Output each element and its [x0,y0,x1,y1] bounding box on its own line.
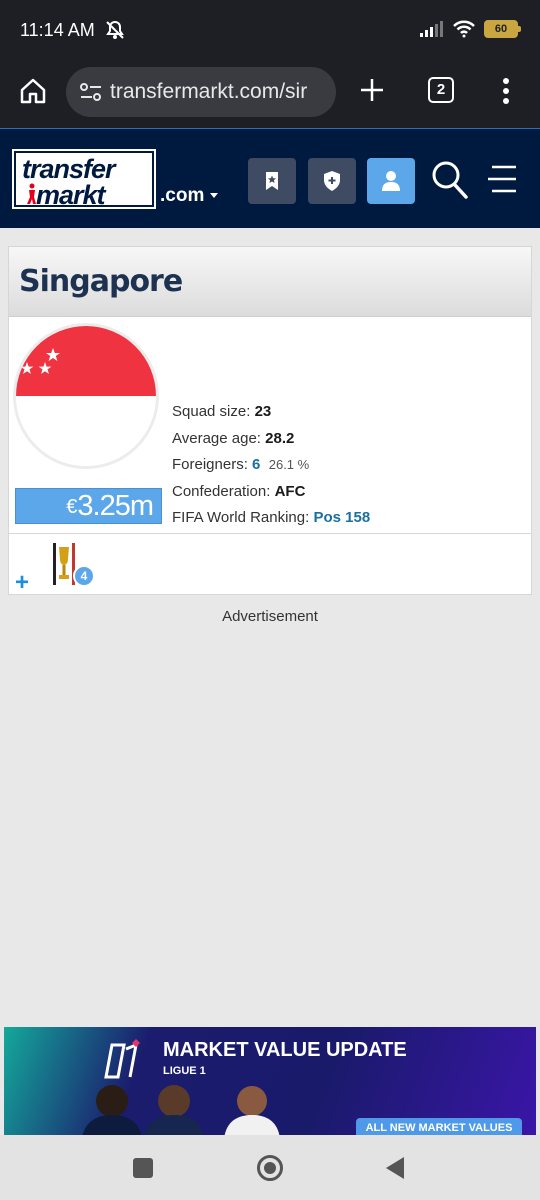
system-navigation-bar [0,1135,540,1200]
search-icon[interactable] [430,159,470,201]
home-icon[interactable] [18,76,48,106]
average-age-row: Average age: 28.2 [172,426,370,453]
ad-subtitle: LIGUE 1 [163,1065,206,1077]
browser-toolbar: transfermarkt.com/sir 2 [0,58,540,128]
team-flag [13,323,159,469]
squad-size-label: Squad size: [172,403,251,420]
site-header: transfer markt .com [0,128,540,228]
status-icons: 60 [420,20,521,38]
back-triangle-icon[interactable] [386,1157,404,1179]
flag-stars-icon [20,348,60,374]
ad-banner[interactable]: MARKET VALUE UPDATE LIGUE 1 ALL NEW MARK… [4,1027,536,1135]
user-account-button[interactable] [367,158,415,204]
market-value-currency: € [66,496,78,518]
domain-selector[interactable]: .com [160,185,204,207]
fifa-ranking-label: FIFA World Ranking: [172,509,310,526]
advertisement-label: Advertisement [222,608,318,625]
new-tab-icon[interactable] [356,74,388,106]
market-value: 3.25m [77,490,154,522]
status-time: 11:14 AM [20,20,95,40]
team-name: Singapore [19,264,183,299]
home-circle-icon[interactable] [257,1155,283,1181]
confederation-value: AFC [274,482,306,500]
confederation-row: Confederation: AFC [172,479,370,506]
tab-switcher-button[interactable]: 2 [428,77,454,103]
foreigners-label: Foreigners: [172,456,248,473]
divider [9,533,531,534]
battery-icon: 60 [484,20,521,38]
chevron-down-icon[interactable] [210,193,218,198]
my-club-button[interactable] [308,158,356,204]
foreigners-link[interactable]: 6 [252,456,260,473]
ligue1-logo-icon [104,1039,140,1079]
shield-plus-icon [324,171,340,191]
squad-size-row: Squad size: 23 [172,399,370,426]
ad-cta-button[interactable]: ALL NEW MARKET VALUES [356,1118,522,1135]
address-bar[interactable]: transfermarkt.com/sir [66,67,336,117]
foreigners-row: Foreigners: 6 26.1 % [172,452,370,479]
fifa-ranking-row: FIFA World Ranking: Pos 158 [172,505,370,532]
transfermarkt-logo[interactable]: transfer markt [14,151,154,210]
average-age-value: 28.2 [265,429,295,447]
notifications-muted-icon [106,20,124,39]
logo-player-icon [27,183,36,204]
site-settings-icon[interactable] [80,82,102,102]
wifi-icon [453,20,475,38]
players-image [82,1085,280,1135]
expand-plus-icon[interactable]: + [15,571,29,595]
user-icon [382,171,400,191]
more-options-icon[interactable] [496,76,516,106]
team-stats: Squad size: 23 Average age: 28.2 Foreign… [172,399,370,532]
status-bar: 11:14 AM 60 [0,0,540,58]
hamburger-menu-icon[interactable] [486,161,518,197]
bookmark-star-icon [266,172,278,190]
ad-title: MARKET VALUE UPDATE [163,1039,407,1061]
team-info-card: Singapore €3.25m Squad size: 23 Average … [8,246,532,595]
foreigners-percent: 26.1 % [268,457,310,472]
watchlist-button[interactable] [248,158,296,204]
average-age-label: Average age: [172,429,261,447]
fifa-ranking-link[interactable]: Pos 158 [313,509,370,526]
squad-size-value: 23 [254,403,272,420]
signal-icon [420,21,443,37]
trophy-count-badge: 4 [73,565,95,587]
url-text: transfermarkt.com/sir [110,80,308,103]
recent-apps-icon[interactable] [133,1158,153,1178]
confederation-label: Confederation: [172,482,271,500]
market-value-box[interactable]: €3.25m [15,488,162,524]
card-header: Singapore [9,247,531,317]
